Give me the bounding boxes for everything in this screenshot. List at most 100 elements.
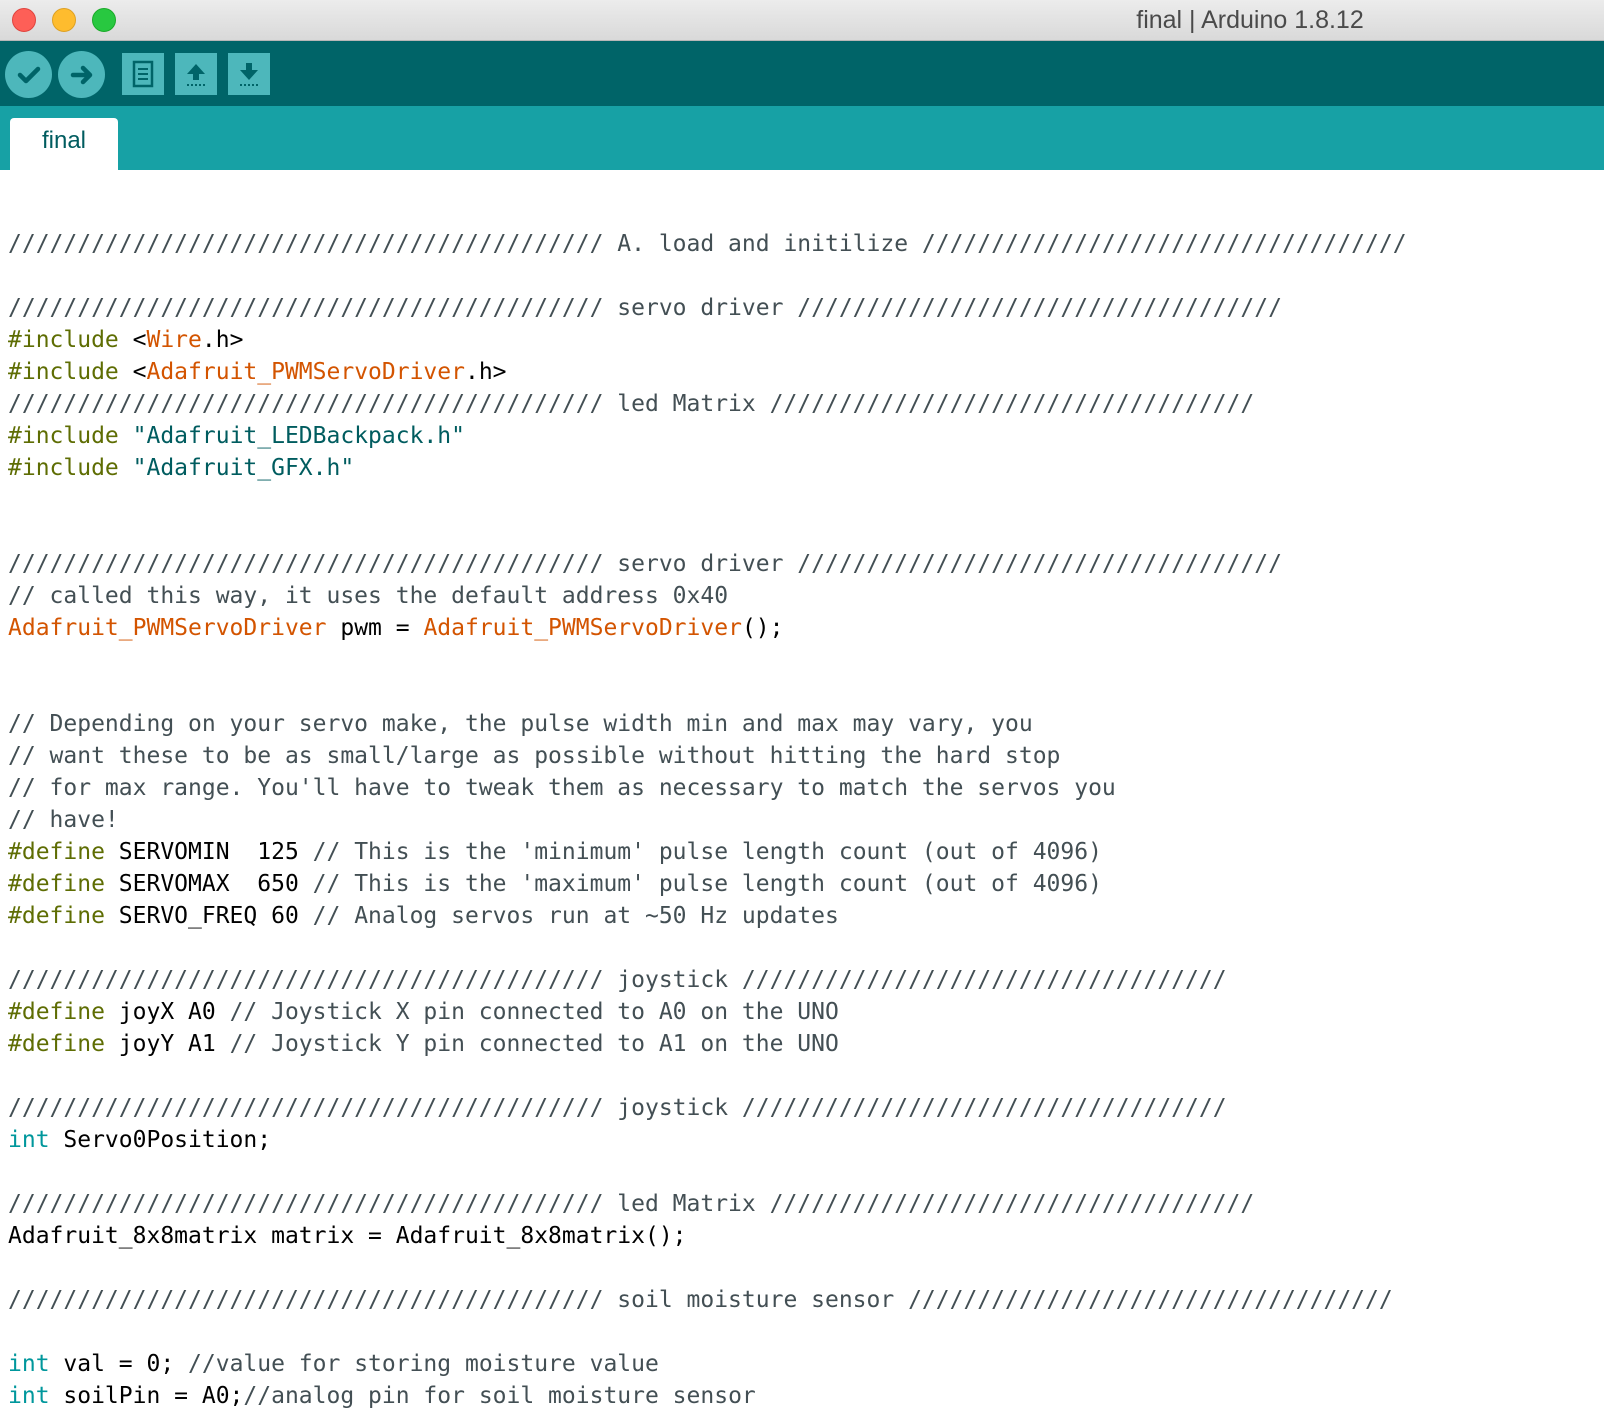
- code-line[interactable]: ////////////////////////////////////////…: [8, 1188, 1407, 1220]
- code-token-comment: // This is the 'maximum' pulse length co…: [312, 871, 1102, 897]
- code-line[interactable]: #define joyX A0 // Joystick X pin connec…: [8, 996, 1407, 1028]
- code-line[interactable]: [8, 260, 1407, 292]
- code-token-comment: // called this way, it uses the default …: [8, 583, 729, 609]
- code-token-prep: #define: [8, 1031, 105, 1057]
- code-token-comment: //analog pin for soil moisture sensor: [243, 1383, 756, 1409]
- code-line[interactable]: [8, 484, 1407, 516]
- code-line[interactable]: #include "Adafruit_LEDBackpack.h": [8, 420, 1407, 452]
- code-token-comment: ////////////////////////////////////////…: [8, 231, 1407, 257]
- code-line[interactable]: // want these to be as small/large as po…: [8, 740, 1407, 772]
- code-token-comment: ////////////////////////////////////////…: [8, 1095, 1227, 1121]
- code-line[interactable]: ////////////////////////////////////////…: [8, 292, 1407, 324]
- code-line[interactable]: int val = 0; //value for storing moistur…: [8, 1348, 1407, 1380]
- arrow-down-icon: [240, 63, 258, 86]
- code-line[interactable]: ////////////////////////////////////////…: [8, 548, 1407, 580]
- code-line[interactable]: #define SERVO_FREQ 60 // Analog servos r…: [8, 900, 1407, 932]
- code-line[interactable]: int soilPin = A0;//analog pin for soil m…: [8, 1380, 1407, 1412]
- new-sketch-button[interactable]: [122, 53, 164, 95]
- code-line[interactable]: // have!: [8, 804, 1407, 836]
- toolbar: [0, 41, 1604, 106]
- code-line[interactable]: [8, 1316, 1407, 1348]
- code-token-comment: // Joystick X pin connected to A0 on the…: [229, 999, 839, 1025]
- code-token-type: int: [8, 1383, 50, 1409]
- code-token-plain: .h>: [464, 359, 507, 385]
- tab-final[interactable]: final: [10, 118, 118, 170]
- code-text[interactable]: ////////////////////////////////////////…: [8, 228, 1407, 1412]
- code-line[interactable]: #define SERVOMAX 650 // This is the 'max…: [8, 868, 1407, 900]
- code-line[interactable]: [8, 932, 1407, 964]
- code-line[interactable]: #include <Wire.h>: [8, 324, 1407, 356]
- document-icon: [132, 60, 154, 88]
- code-line[interactable]: #include <Adafruit_PWMServoDriver.h>: [8, 356, 1407, 388]
- code-line[interactable]: [8, 516, 1407, 548]
- code-token-plain: .h>: [201, 327, 244, 353]
- code-line[interactable]: [8, 644, 1407, 676]
- minimize-window-button[interactable]: [52, 8, 76, 32]
- checkmark-icon: [17, 66, 40, 83]
- code-token-comment: ////////////////////////////////////////…: [8, 295, 1282, 321]
- code-line[interactable]: [8, 1060, 1407, 1092]
- code-token-plain: <: [118, 359, 147, 385]
- code-line[interactable]: [8, 676, 1407, 708]
- code-token-type: int: [8, 1351, 50, 1377]
- code-token-prep: #include: [8, 423, 119, 449]
- code-line[interactable]: #define SERVOMIN 125 // This is the 'min…: [8, 836, 1407, 868]
- code-line[interactable]: ////////////////////////////////////////…: [8, 1092, 1407, 1124]
- code-token-comment: // for max range. You'll have to tweak t…: [8, 775, 1116, 801]
- code-token-plain: Adafruit_8x8matrix matrix = Adafruit_8x8…: [8, 1223, 687, 1249]
- code-line[interactable]: [8, 1156, 1407, 1188]
- code-token-prep: #include: [8, 455, 119, 481]
- code-token-plain: Servo0Position;: [49, 1127, 272, 1153]
- code-line[interactable]: Adafruit_PWMServoDriver pwm = Adafruit_P…: [8, 612, 1407, 644]
- code-token-prep: #define: [8, 871, 105, 897]
- code-line[interactable]: // called this way, it uses the default …: [8, 580, 1407, 612]
- code-line[interactable]: // for max range. You'll have to tweak t…: [8, 772, 1407, 804]
- code-line[interactable]: ////////////////////////////////////////…: [8, 228, 1407, 260]
- code-line[interactable]: [8, 1252, 1407, 1284]
- code-line[interactable]: Adafruit_8x8matrix matrix = Adafruit_8x8…: [8, 1220, 1407, 1252]
- code-token-lib: Adafruit_PWMServoDriver: [8, 615, 327, 641]
- window-title: final | Arduino 1.8.12: [1136, 6, 1364, 34]
- verify-button[interactable]: [5, 51, 52, 98]
- code-line[interactable]: // Depending on your servo make, the pul…: [8, 708, 1407, 740]
- code-editor[interactable]: ////////////////////////////////////////…: [0, 170, 1604, 1416]
- code-token-comment: // This is the 'minimum' pulse length co…: [312, 839, 1102, 865]
- code-token-comment: // have!: [8, 807, 119, 833]
- code-token-prep: #define: [8, 999, 105, 1025]
- code-token-comment: // want these to be as small/large as po…: [8, 743, 1061, 769]
- code-token-lib: Adafruit_PWMServoDriver: [146, 359, 465, 385]
- tab-strip: final: [0, 106, 1604, 170]
- code-token-plain: soilPin = A0;: [49, 1383, 244, 1409]
- arduino-ide-window: final | Arduino 1.8.12 final ///////////…: [0, 0, 1604, 1416]
- code-token-plain: joyY A1: [104, 1031, 230, 1057]
- save-sketch-button[interactable]: [228, 53, 270, 95]
- code-token-prep: #include: [8, 327, 119, 353]
- code-token-comment: ////////////////////////////////////////…: [8, 391, 1255, 417]
- code-token-prep: #define: [8, 839, 105, 865]
- code-token-comment: ////////////////////////////////////////…: [8, 967, 1227, 993]
- code-token-comment: // Analog servos run at ~50 Hz updates: [312, 903, 839, 929]
- close-window-button[interactable]: [12, 8, 36, 32]
- title-bar: final | Arduino 1.8.12: [0, 0, 1604, 41]
- code-token-comment: // Joystick Y pin connected to A1 on the…: [229, 1031, 839, 1057]
- open-sketch-button[interactable]: [175, 53, 217, 95]
- arrow-up-icon: [187, 64, 205, 86]
- code-line[interactable]: ////////////////////////////////////////…: [8, 964, 1407, 996]
- code-line[interactable]: #include "Adafruit_GFX.h": [8, 452, 1407, 484]
- code-line[interactable]: ////////////////////////////////////////…: [8, 1284, 1407, 1316]
- code-token-plain: ();: [741, 615, 784, 641]
- code-line[interactable]: int Servo0Position;: [8, 1124, 1407, 1156]
- upload-button[interactable]: [58, 51, 105, 98]
- code-token-comment: ////////////////////////////////////////…: [8, 1287, 1393, 1313]
- code-line[interactable]: #define joyY A1 // Joystick Y pin connec…: [8, 1028, 1407, 1060]
- zoom-window-button[interactable]: [92, 8, 116, 32]
- code-line[interactable]: ////////////////////////////////////////…: [8, 388, 1407, 420]
- code-token-prep: #include: [8, 359, 119, 385]
- code-token-plain: val = 0;: [49, 1351, 189, 1377]
- code-token-plain: SERVOMIN 125: [104, 839, 313, 865]
- code-token-plain: SERVO_FREQ 60: [104, 903, 313, 929]
- code-token-comment: // Depending on your servo make, the pul…: [8, 711, 1033, 737]
- code-token-prep: #define: [8, 903, 105, 929]
- code-token-comment: ////////////////////////////////////////…: [8, 551, 1282, 577]
